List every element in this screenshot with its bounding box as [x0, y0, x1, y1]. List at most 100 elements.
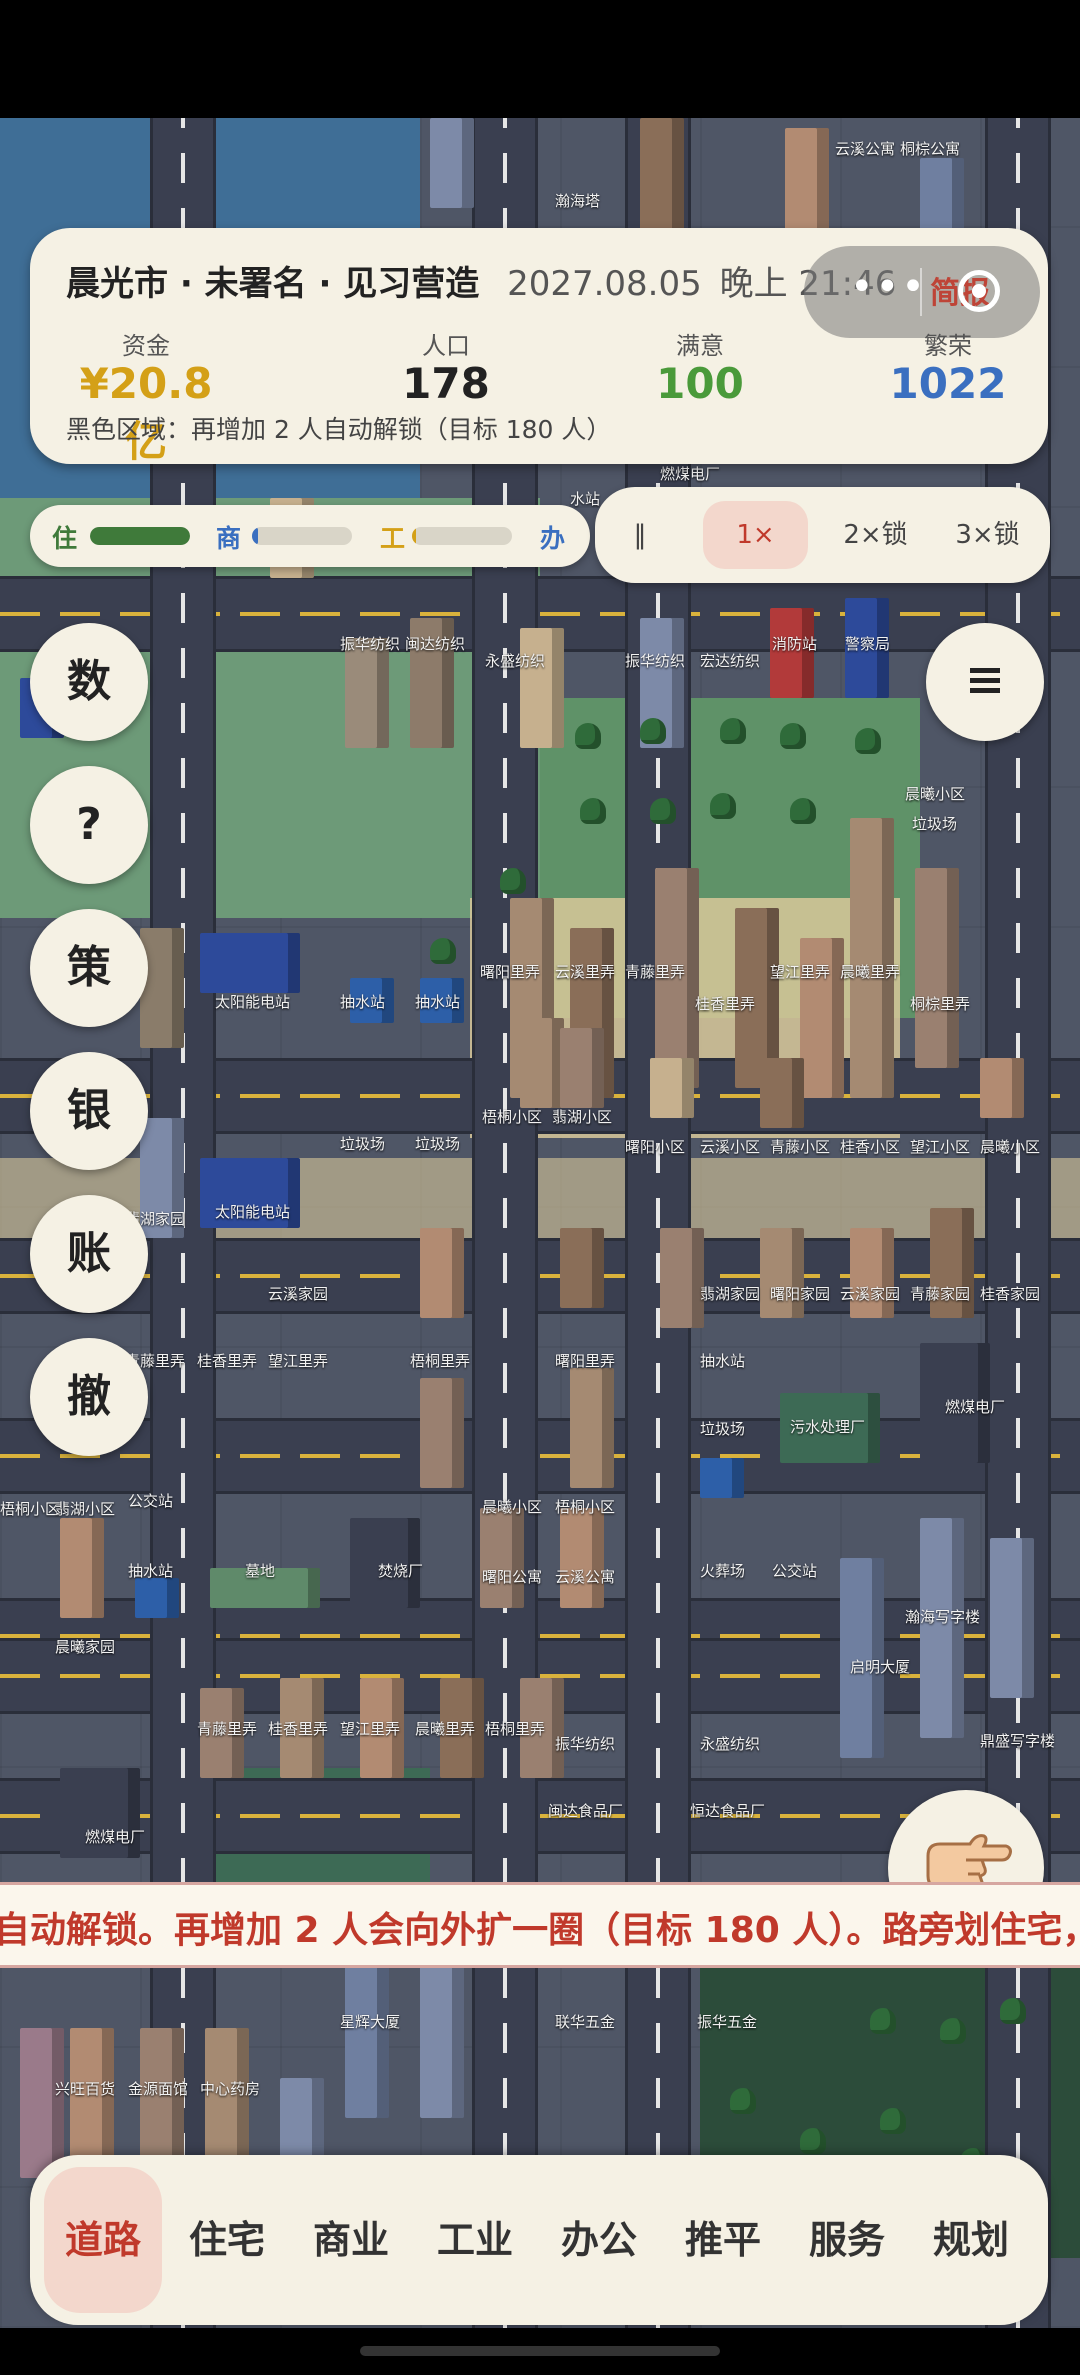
building[interactable]: [570, 1368, 614, 1488]
map-label: 晨曦里弄: [415, 1720, 476, 1738]
building[interactable]: [660, 1228, 704, 1328]
building[interactable]: [345, 1958, 389, 2118]
ledger-button[interactable]: 账: [30, 1195, 148, 1313]
map-label: 云溪公寓: [555, 1568, 616, 1586]
tool-commercial[interactable]: 商业: [292, 2167, 410, 2313]
tool-planning[interactable]: 规划: [912, 2167, 1030, 2313]
home-indicator[interactable]: [360, 2346, 720, 2356]
building[interactable]: [920, 1518, 964, 1738]
close-target-icon[interactable]: [958, 270, 1000, 312]
map-label: 云溪小区: [700, 1138, 761, 1156]
policy-button[interactable]: 策: [30, 909, 148, 1027]
map-label: 翡湖小区: [552, 1108, 613, 1126]
building[interactable]: [850, 1228, 894, 1318]
solar-plant[interactable]: [200, 933, 300, 993]
building[interactable]: [520, 1018, 564, 1108]
map-label: 永盛纺织: [485, 652, 546, 670]
map-label: 垃圾场: [340, 1135, 386, 1153]
mini-program-capsule[interactable]: 简报 •••: [804, 246, 1040, 338]
building[interactable]: [760, 1228, 804, 1318]
tree: [800, 2128, 826, 2154]
more-icon[interactable]: •••: [850, 264, 927, 310]
tool-office[interactable]: 办公: [540, 2167, 658, 2313]
building[interactable]: [650, 1058, 694, 1118]
map-label: 焚烧厂: [378, 1562, 424, 1580]
tool-bulldoze[interactable]: 推平: [664, 2167, 782, 2313]
building[interactable]: [480, 1508, 524, 1608]
building[interactable]: [345, 638, 389, 748]
stat-value: 1022: [889, 359, 1007, 408]
building[interactable]: [915, 868, 959, 1068]
speed-3x-locked-button[interactable]: 3×锁: [935, 501, 1040, 569]
demand-fill: [90, 527, 190, 545]
map-label: 晨曦家园: [55, 1638, 116, 1656]
tool-residential[interactable]: 住宅: [168, 2167, 286, 2313]
stat-population: 人口 178: [366, 326, 526, 408]
building[interactable]: [640, 118, 684, 238]
map-label: 垃圾场: [415, 1135, 461, 1153]
speed-controls: ‖ 1× 2×锁 3×锁: [595, 487, 1050, 583]
map-label: 抽水站: [415, 993, 461, 1011]
tool-road[interactable]: 道路: [44, 2167, 162, 2313]
map-label: 永盛纺织: [700, 1735, 761, 1753]
building[interactable]: [760, 1058, 804, 1128]
city-info-panel[interactable]: 晨光市 · 未署名 · 见习营造 2027.08.05 晚上 21:46 简报 …: [30, 228, 1048, 466]
tool-industrial[interactable]: 工业: [416, 2167, 534, 2313]
building[interactable]: [420, 1378, 464, 1488]
map-label: 瀚海塔: [555, 192, 601, 210]
building[interactable]: [990, 1538, 1034, 1698]
map-label: 兴旺百货: [55, 2080, 116, 2098]
map-label: 望江里弄: [268, 1352, 329, 1370]
speed-2x-locked-button[interactable]: 2×锁: [823, 501, 928, 569]
map-label: 闽达纺织: [405, 635, 466, 653]
building[interactable]: [430, 118, 474, 208]
stat-label: 资金: [122, 332, 170, 360]
building[interactable]: [140, 928, 184, 1048]
map-label: 曙阳公寓: [482, 1568, 543, 1586]
menu-button[interactable]: [926, 623, 1044, 741]
help-button[interactable]: ?: [30, 766, 148, 884]
tool-services[interactable]: 服务: [788, 2167, 906, 2313]
map-label: 桂香家园: [980, 1285, 1041, 1303]
water-pump[interactable]: [135, 1578, 179, 1618]
building[interactable]: [850, 818, 894, 1098]
hamburger-icon: [968, 625, 1002, 743]
tree: [430, 938, 456, 964]
building[interactable]: [560, 1028, 604, 1108]
pause-button[interactable]: ‖: [595, 501, 685, 569]
map-label: 晨曦小区: [905, 785, 966, 803]
bank-button[interactable]: 银: [30, 1052, 148, 1170]
map-label: 抽水站: [340, 993, 386, 1011]
building[interactable]: [980, 1058, 1024, 1118]
map-label: 青藤里弄: [197, 1720, 258, 1738]
map-label: 启明大厦: [850, 1658, 911, 1676]
building[interactable]: [60, 1518, 104, 1618]
map-label: 翡湖小区: [55, 1500, 116, 1518]
demand-label-commercial: 商: [216, 524, 242, 553]
map-label: 桂香里弄: [268, 1720, 329, 1738]
map-label: 燃煤电厂: [660, 465, 721, 483]
water-pump[interactable]: [700, 1458, 744, 1498]
data-button[interactable]: 数: [30, 623, 148, 741]
building[interactable]: [560, 1228, 604, 1308]
news-ticker: 自动解锁。再增加 2 人会向外扩一圈（目标 180 人）。路旁划住宅，通电通: [0, 1882, 1080, 1968]
building[interactable]: [520, 628, 564, 748]
speed-1x-button[interactable]: 1×: [703, 501, 808, 569]
map-label: 振华纺织: [555, 1735, 616, 1753]
map-label: 金源面馆: [128, 2080, 189, 2098]
building[interactable]: [20, 2028, 64, 2178]
building[interactable]: [420, 1228, 464, 1318]
map-label: 墓地: [245, 1562, 276, 1580]
tree: [575, 723, 601, 749]
building[interactable]: [560, 1508, 604, 1608]
map-label: 曙阳家园: [770, 1285, 831, 1303]
map-label: 污水处理厂: [790, 1418, 866, 1436]
map-label: 联华五金: [555, 2013, 616, 2031]
map-label: 晨曦小区: [980, 1138, 1041, 1156]
map-label: 桂香里弄: [695, 995, 756, 1013]
map-label: 振华纺织: [340, 635, 401, 653]
undo-button[interactable]: 撤: [30, 1338, 148, 1456]
map-label: 晨曦里弄: [840, 963, 901, 981]
map-label: 曙阳小区: [625, 1138, 686, 1156]
building[interactable]: [785, 128, 829, 238]
